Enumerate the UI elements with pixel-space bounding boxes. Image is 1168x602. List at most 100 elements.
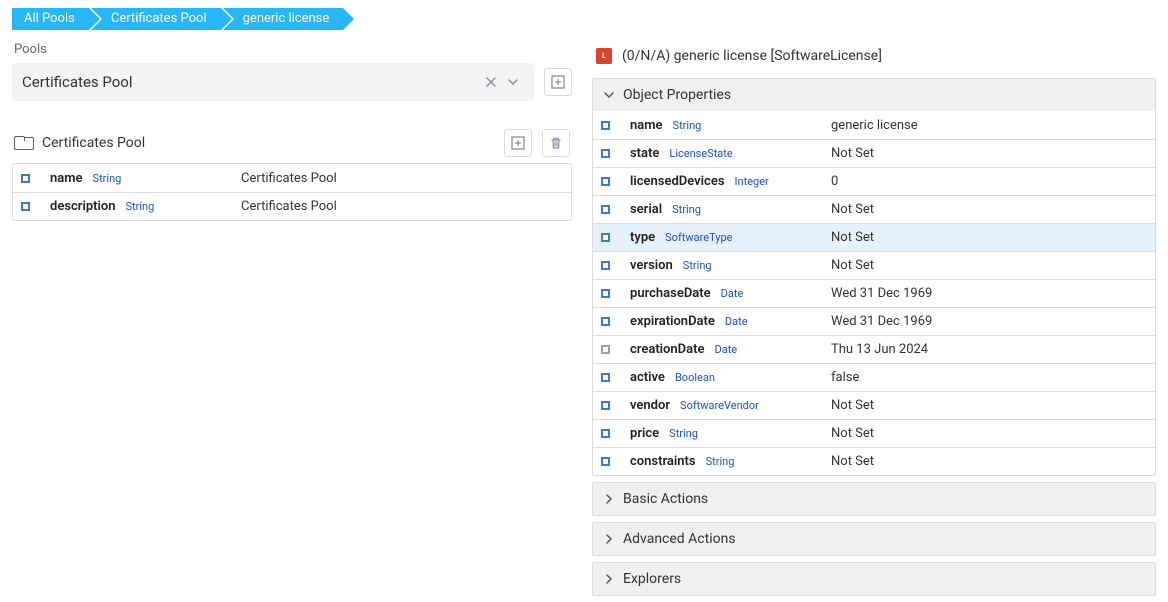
explorers-panel: Explorers bbox=[592, 562, 1156, 596]
table-row[interactable]: vendor SoftwareVendor Not Set bbox=[593, 391, 1155, 419]
prop-type: String bbox=[673, 119, 702, 132]
prop-name: creationDate bbox=[630, 342, 705, 357]
prop-name: purchaseDate bbox=[630, 286, 711, 301]
table-row[interactable]: creationDate Date Thu 13 Jun 2024 bbox=[593, 335, 1155, 363]
basic-actions-panel: Basic Actions bbox=[592, 482, 1156, 516]
breadcrumb-label: All Pools bbox=[24, 11, 75, 26]
panel-title: Basic Actions bbox=[623, 491, 708, 507]
prop-name: vendor bbox=[630, 398, 670, 413]
prop-value: Not Set bbox=[831, 202, 1147, 217]
prop-name: active bbox=[630, 370, 665, 385]
pool-properties-table: name String Certificates Pool descriptio… bbox=[12, 163, 572, 221]
prop-type: String bbox=[706, 455, 735, 468]
prop-value: Certificates Pool bbox=[241, 199, 563, 214]
panel-title: Advanced Actions bbox=[623, 531, 736, 547]
field-icon bbox=[601, 457, 610, 466]
prop-type: Integer bbox=[735, 175, 769, 188]
add-pool-button[interactable] bbox=[544, 68, 572, 96]
prop-value: Not Set bbox=[831, 146, 1147, 161]
prop-name: expirationDate bbox=[630, 314, 715, 329]
prop-value: Wed 31 Dec 1969 bbox=[831, 314, 1147, 329]
chevron-right-icon bbox=[603, 493, 615, 505]
prop-name: description bbox=[50, 199, 116, 214]
field-icon bbox=[601, 429, 610, 438]
table-row[interactable]: serial String Not Set bbox=[593, 195, 1155, 223]
folder-open-icon bbox=[14, 136, 32, 150]
prop-type: SoftwareVendor bbox=[680, 399, 759, 412]
advanced-actions-panel: Advanced Actions bbox=[592, 522, 1156, 556]
field-icon bbox=[601, 373, 610, 382]
prop-value: Thu 13 Jun 2024 bbox=[831, 342, 1147, 357]
prop-type: Date bbox=[715, 343, 738, 356]
prop-name: name bbox=[50, 171, 83, 186]
prop-value: Not Set bbox=[831, 230, 1147, 245]
field-icon bbox=[601, 121, 610, 130]
field-icon bbox=[601, 177, 610, 186]
table-row[interactable]: constraintsStringNot Set bbox=[593, 447, 1155, 475]
prop-value: generic license bbox=[831, 118, 1147, 133]
pools-label: Pools bbox=[14, 42, 572, 57]
table-row[interactable]: licensedDevicesInteger0 bbox=[593, 167, 1155, 195]
prop-value: Wed 31 Dec 1969 bbox=[831, 286, 1147, 301]
prop-name: name bbox=[630, 118, 663, 133]
prop-value: Not Set bbox=[831, 258, 1147, 273]
table-row[interactable]: active Boolean false bbox=[593, 363, 1155, 391]
prop-value: Not Set bbox=[831, 454, 1147, 469]
breadcrumb-label: Certificates Pool bbox=[111, 11, 207, 26]
field-icon bbox=[601, 261, 610, 270]
add-item-button[interactable] bbox=[504, 129, 532, 157]
field-icon bbox=[601, 345, 610, 354]
prop-type: LicenseState bbox=[669, 147, 732, 160]
prop-type: String bbox=[672, 203, 701, 216]
clear-icon[interactable] bbox=[480, 71, 502, 93]
prop-name: state bbox=[630, 146, 659, 161]
table-row[interactable]: priceStringNot Set bbox=[593, 419, 1155, 447]
prop-type: String bbox=[126, 200, 155, 213]
chevron-down-icon[interactable] bbox=[502, 71, 524, 93]
pool-select[interactable]: Certificates Pool bbox=[12, 63, 534, 101]
field-icon bbox=[21, 174, 30, 183]
prop-value: Not Set bbox=[831, 398, 1147, 413]
table-row[interactable]: expirationDateDateWed 31 Dec 1969 bbox=[593, 307, 1155, 335]
field-icon bbox=[21, 202, 30, 211]
chevron-right-icon bbox=[603, 573, 615, 585]
field-icon bbox=[601, 205, 610, 214]
breadcrumb-item[interactable]: All Pools bbox=[12, 8, 89, 30]
field-icon bbox=[601, 233, 610, 242]
panel-title: Object Properties bbox=[623, 87, 731, 103]
table-row[interactable]: name String Certificates Pool bbox=[13, 164, 571, 192]
pool-select-value: Certificates Pool bbox=[22, 73, 480, 91]
chevron-down-icon bbox=[603, 89, 615, 101]
prop-type: Boolean bbox=[675, 371, 715, 384]
object-properties-panel: Object Properties name String generic lice… bbox=[592, 78, 1156, 476]
prop-name: serial bbox=[630, 202, 662, 217]
panel-header[interactable]: Object Properties bbox=[593, 79, 1155, 111]
breadcrumb-item[interactable]: generic license bbox=[223, 8, 344, 30]
field-icon bbox=[601, 289, 610, 298]
panel-header[interactable]: Basic Actions bbox=[593, 483, 1155, 515]
table-row[interactable]: description String Certificates Pool bbox=[13, 192, 571, 220]
table-row[interactable]: version String Not Set bbox=[593, 251, 1155, 279]
breadcrumb-item[interactable]: Certificates Pool bbox=[91, 8, 221, 30]
chevron-right-icon bbox=[603, 533, 615, 545]
panel-header[interactable]: Explorers bbox=[593, 563, 1155, 595]
prop-value: 0 bbox=[831, 174, 1147, 189]
prop-value: false bbox=[831, 370, 1147, 385]
pool-title: Certificates Pool bbox=[42, 135, 504, 151]
prop-name: type bbox=[630, 230, 655, 245]
table-row[interactable]: state LicenseState Not Set bbox=[593, 139, 1155, 167]
prop-type: String bbox=[669, 427, 698, 440]
breadcrumb: All Pools Certificates Pool generic lice… bbox=[0, 0, 1168, 42]
field-icon bbox=[601, 317, 610, 326]
prop-type: String bbox=[683, 259, 712, 272]
delete-button[interactable] bbox=[542, 129, 570, 157]
table-row[interactable]: purchaseDate Date Wed 31 Dec 1969 bbox=[593, 279, 1155, 307]
prop-name: price bbox=[630, 426, 659, 441]
table-row[interactable]: typeSoftwareTypeNot Set bbox=[593, 223, 1155, 251]
table-row[interactable]: name String generic license bbox=[593, 111, 1155, 139]
prop-name: version bbox=[630, 258, 673, 273]
prop-type: Date bbox=[721, 287, 744, 300]
object-title: (0/N/A) generic license [SoftwareLicense… bbox=[622, 48, 882, 64]
panel-header[interactable]: Advanced Actions bbox=[593, 523, 1155, 555]
field-icon bbox=[601, 149, 610, 158]
